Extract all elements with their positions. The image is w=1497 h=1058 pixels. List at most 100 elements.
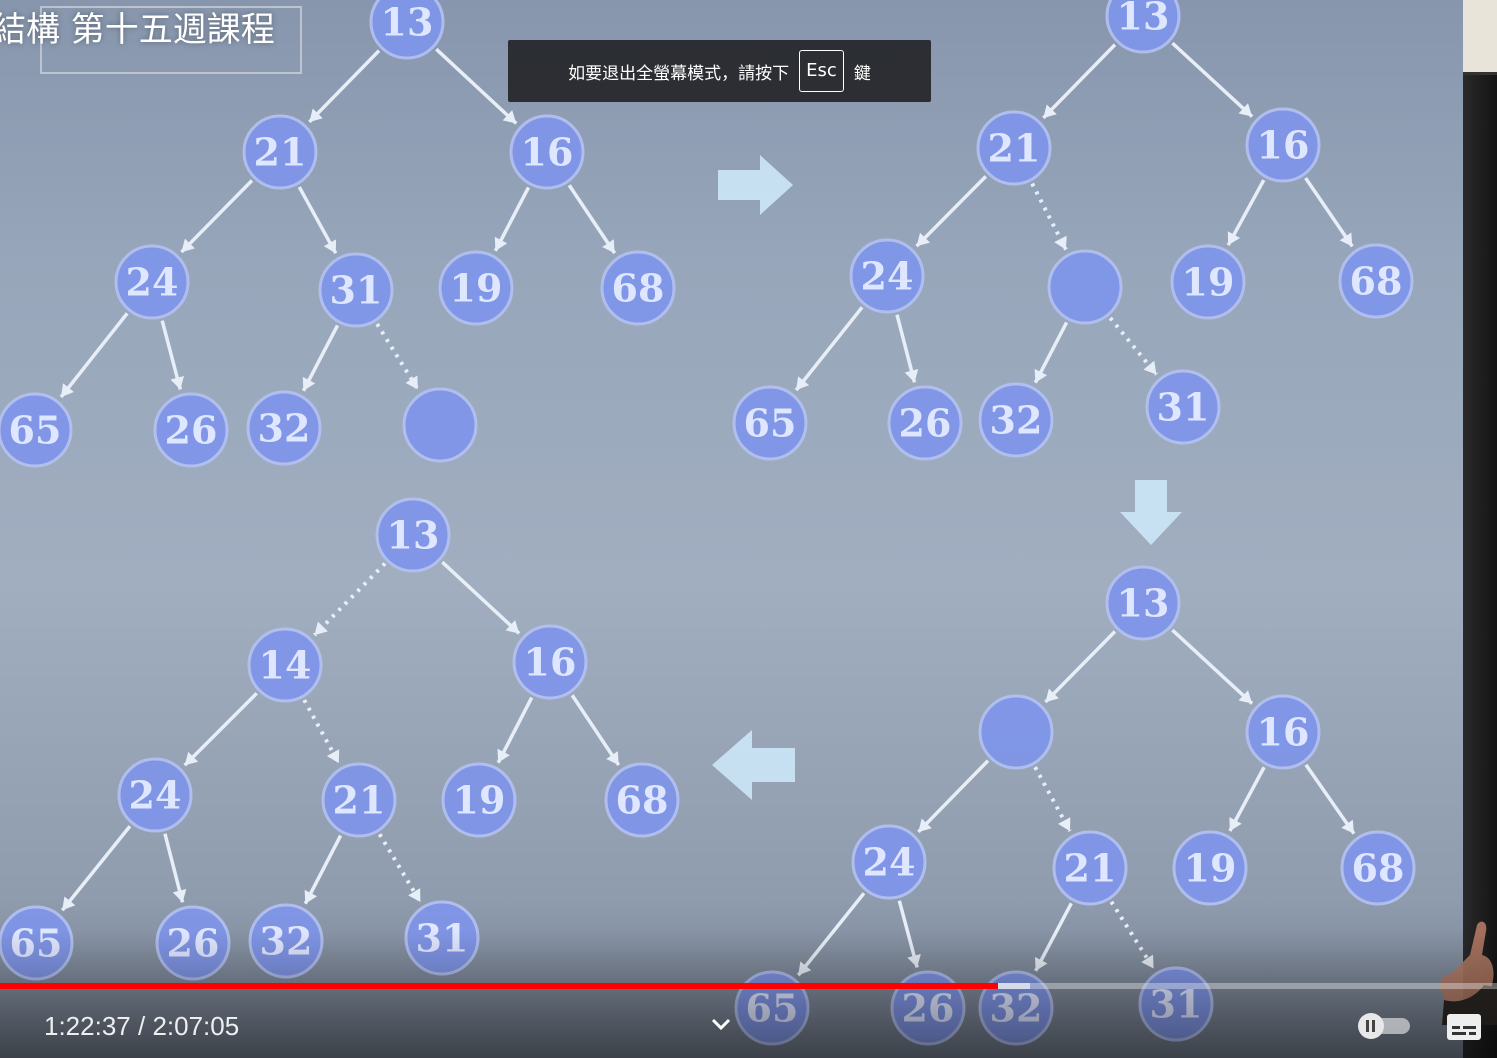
node-label: 68 <box>616 778 669 823</box>
tree-node: 32 <box>246 390 322 466</box>
arrow-down-icon <box>1120 480 1182 545</box>
tree-node-empty <box>1047 249 1123 325</box>
tree-edge <box>59 312 129 399</box>
tree-node: 19 <box>441 762 517 838</box>
nodes-layer: 13 21 16 24 31 19 68 65 26 32 13 21 16 24 19 68 65 26 32 31… <box>0 0 1416 1046</box>
tree-node: 19 <box>1170 244 1246 320</box>
chevron-down-icon[interactable] <box>708 1012 734 1036</box>
tree-node: 68 <box>1338 243 1414 319</box>
node-label: 19 <box>450 266 503 311</box>
tree-edge <box>441 560 521 635</box>
video-frame[interactable]: 13 21 16 24 31 19 68 65 26 32 13 21 16 24 19 68 65 26 32 31… <box>0 0 1497 1058</box>
node-label: 21 <box>254 130 307 175</box>
node-label: 21 <box>988 126 1041 171</box>
volume-icon[interactable] <box>0 1008 16 1044</box>
arrow-left-icon <box>712 730 795 800</box>
tree-edge <box>180 179 254 254</box>
tree-node: 13 <box>375 497 451 573</box>
node-label: 32 <box>258 406 311 451</box>
edge-arrowhead <box>314 621 328 636</box>
node-label: 19 <box>1182 260 1235 305</box>
tree-node: 68 <box>600 250 676 326</box>
subtitles-icon[interactable] <box>1446 1012 1482 1042</box>
node-label: 24 <box>863 840 916 885</box>
tree-node: 26 <box>153 392 229 468</box>
tree-node: 21 <box>321 762 397 838</box>
tree-node: 19 <box>1172 830 1248 906</box>
edge-arrowhead <box>170 375 185 390</box>
node-label: 16 <box>521 130 574 175</box>
node-label: 14 <box>259 643 312 688</box>
tree-edge <box>1171 41 1254 118</box>
tree-node: 21 <box>1052 830 1128 906</box>
node-circle <box>978 694 1054 770</box>
tree-node: 24 <box>114 244 190 320</box>
tree-edge <box>1304 177 1354 248</box>
tree-edge <box>60 825 132 912</box>
tree-node: 16 <box>1245 107 1321 183</box>
tree-edge <box>567 184 617 255</box>
node-label: 13 <box>1117 581 1170 626</box>
node-label: 13 <box>381 0 434 45</box>
node-label: 24 <box>126 260 179 305</box>
tree-node: 26 <box>887 385 963 461</box>
progress-bar[interactable] <box>0 983 1497 989</box>
node-label: 31 <box>1157 385 1210 430</box>
edge-arrowhead <box>326 749 340 764</box>
node-label: 13 <box>1117 0 1170 39</box>
progress-played <box>0 983 999 989</box>
tree-node: 21 <box>242 114 318 190</box>
tree-edge <box>183 692 258 767</box>
tree-node: 65 <box>732 385 808 461</box>
arrows-layer <box>712 155 1182 800</box>
tree-node: 68 <box>1340 830 1416 906</box>
autoplay-toggle-icon[interactable] <box>1356 1012 1414 1040</box>
node-label: 31 <box>330 268 383 313</box>
node-label: 32 <box>990 398 1043 443</box>
node-label: 13 <box>387 513 440 558</box>
video-title: 結構 第十五週課程 <box>0 10 275 50</box>
tree-node: 13 <box>1105 0 1181 54</box>
tree-node: 14 <box>247 627 323 703</box>
node-label: 68 <box>1352 846 1405 891</box>
edge-arrowhead <box>1058 817 1071 832</box>
tree-edge <box>1171 628 1254 705</box>
arrow-right-icon <box>718 155 793 215</box>
tree-node-empty <box>402 387 478 463</box>
tree-node: 16 <box>1245 694 1321 770</box>
tree-node: 31 <box>1145 369 1221 445</box>
tree-edge <box>1042 43 1117 120</box>
node-circle <box>1047 249 1123 325</box>
node-label: 26 <box>165 408 218 453</box>
tree-edge <box>308 49 381 124</box>
node-label: 16 <box>1257 123 1310 168</box>
node-label: 68 <box>612 266 665 311</box>
edge-arrowhead <box>1054 235 1067 250</box>
node-circle <box>402 387 478 463</box>
side-camera-logo <box>1463 0 1497 75</box>
tree-node: 32 <box>978 382 1054 458</box>
toast-suffix-text: 鍵 <box>853 63 871 84</box>
edge-arrowhead <box>904 368 919 383</box>
tree-edge <box>313 562 387 637</box>
tree-node: 68 <box>604 762 680 838</box>
tree-node: 24 <box>851 824 927 900</box>
tree-node: 16 <box>509 114 585 190</box>
node-label: 65 <box>9 408 62 453</box>
node-label: 21 <box>1064 846 1117 891</box>
tree-edge <box>1304 763 1356 835</box>
tree-node: 16 <box>512 624 588 700</box>
esc-key-badge: Esc <box>799 50 844 92</box>
duration-time: 2:07:05 <box>152 1011 240 1041</box>
tree-node-empty <box>978 694 1054 770</box>
tree-edge <box>917 759 990 834</box>
node-label: 65 <box>744 401 797 446</box>
tree-edge <box>915 175 988 248</box>
tree-edge <box>435 47 518 125</box>
toast-prefix-text: 如要退出全螢幕模式，請按下 <box>568 63 790 84</box>
edge-arrowhead <box>172 888 187 903</box>
node-label: 16 <box>524 640 577 685</box>
tree-node: 24 <box>849 238 925 314</box>
tree-edge <box>570 694 621 767</box>
tree-edge <box>794 306 864 392</box>
